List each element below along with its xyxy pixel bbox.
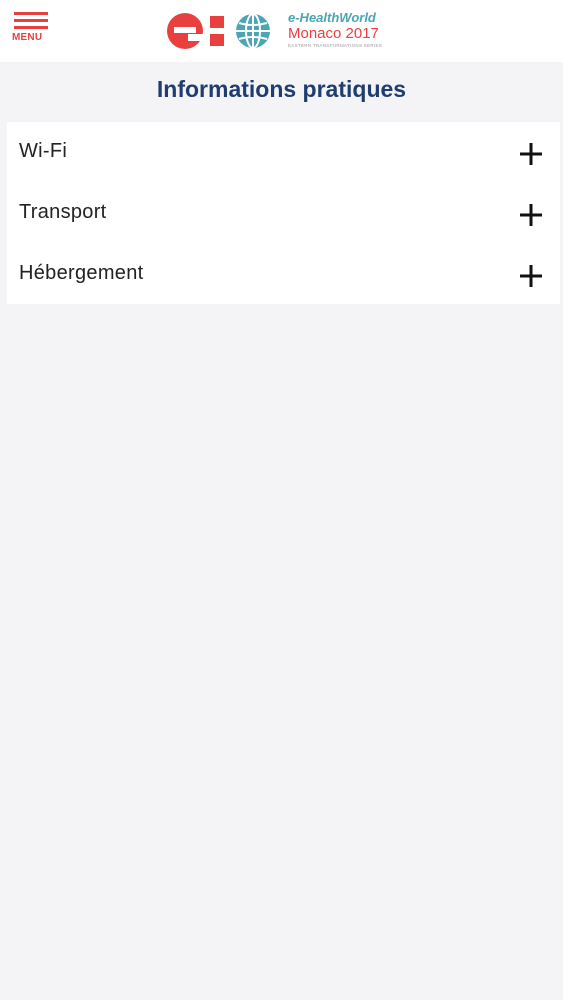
hamburger-icon-bar: [14, 12, 48, 15]
accordion-item-wifi[interactable]: Wi-Fi: [7, 122, 560, 183]
globe-icon: [236, 13, 270, 49]
accordion-item-label: Hébergement: [19, 262, 144, 284]
plus-icon[interactable]: [520, 265, 542, 287]
accordion-item-label: Wi-Fi: [19, 140, 68, 162]
plus-icon[interactable]: [520, 143, 542, 165]
logo-tagline: EASTERN TRANSFORMATIONS SERIES: [288, 43, 383, 48]
page-title: Informations pratiques: [156, 76, 407, 102]
accordion-item-transport[interactable]: Transport: [7, 183, 560, 244]
e-logo-icon: [167, 13, 224, 49]
plus-icon[interactable]: [520, 204, 542, 226]
accordion-item-hebergement[interactable]: Hébergement: [7, 244, 560, 305]
logo-text: e-HealthWorld Monaco 2017 EASTERN TRANSF…: [288, 10, 406, 49]
event-logo: e-HealthWorld Monaco 2017 EASTERN TRANSF…: [166, 10, 406, 54]
logo-brand-line: e-HealthWorld: [288, 10, 376, 25]
accordion-item-label: Transport: [19, 201, 107, 223]
menu-button[interactable]: MENU: [12, 12, 52, 46]
hamburger-icon-bar: [14, 26, 48, 29]
app-header: MENU e-HealthWorld Monaco 2017 EASTERN T…: [0, 0, 563, 62]
info-accordion: Wi-Fi Transport Hébergement: [7, 122, 560, 304]
logo-city-line: Monaco 2017: [288, 25, 379, 42]
menu-label: MENU: [12, 32, 43, 43]
hamburger-icon-bar: [14, 19, 48, 22]
